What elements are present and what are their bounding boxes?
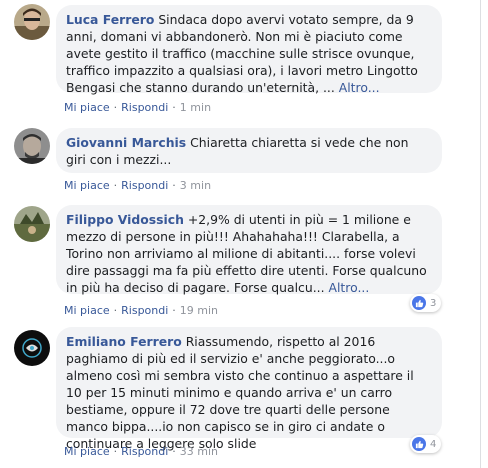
like-button[interactable]: Mi piace (64, 101, 110, 114)
comment-actions: Mi piace · Rispondi · 19 min (64, 304, 219, 317)
see-more-link[interactable]: Altro... (339, 80, 380, 95)
reply-button[interactable]: Rispondi (121, 179, 168, 192)
reply-button[interactable]: Rispondi (121, 445, 168, 458)
like-button[interactable]: Mi piace (64, 304, 110, 317)
comment-bubble: Luca Ferrero Sindaca dopo avervi votato … (56, 5, 442, 95)
thumbs-up-icon (412, 437, 426, 451)
reaction-count[interactable]: 4 (410, 435, 442, 453)
reply-button[interactable]: Rispondi (121, 101, 168, 114)
comment-timestamp[interactable]: 3 min (180, 179, 211, 192)
comment-actions: Mi piace · Rispondi · 1 min (64, 101, 212, 114)
comment-bubble: Emiliano Ferrero Riassumendo, rispetto a… (56, 327, 442, 451)
see-more-link[interactable]: Altro... (329, 280, 370, 295)
comment-timestamp[interactable]: 33 min (180, 445, 218, 458)
comment-timestamp[interactable]: 19 min (180, 304, 218, 317)
comment-author[interactable]: Emiliano Ferrero (66, 334, 182, 349)
reaction-count-value: 3 (430, 297, 437, 309)
avatar[interactable] (14, 206, 50, 242)
comment-author[interactable]: Luca Ferrero (66, 12, 154, 27)
page-divider (480, 0, 481, 468)
reply-button[interactable]: Rispondi (121, 304, 168, 317)
comment-actions: Mi piace · Rispondi · 3 min (64, 179, 212, 192)
comment-text: Riassumendo, rispetto al 2016 paghiamo d… (66, 334, 414, 451)
avatar[interactable] (14, 330, 50, 366)
comment-bubble: Giovanni Marchis Chiaretta chiaretta si … (56, 128, 442, 173)
comment-actions: Mi piace · Rispondi · 33 min (64, 445, 219, 458)
reaction-count[interactable]: 3 (410, 294, 442, 312)
avatar[interactable] (14, 128, 50, 164)
avatar[interactable] (14, 4, 50, 40)
comment-author[interactable]: Giovanni Marchis (66, 135, 186, 150)
like-button[interactable]: Mi piace (64, 179, 110, 192)
reaction-count-value: 4 (430, 438, 437, 450)
comment-timestamp[interactable]: 1 min (180, 101, 211, 114)
comment-bubble: Filippo Vidossich +2,9% di utenti in più… (56, 205, 442, 295)
like-button[interactable]: Mi piace (64, 445, 110, 458)
comment-author[interactable]: Filippo Vidossich (66, 212, 184, 227)
thumbs-up-icon (412, 296, 426, 310)
